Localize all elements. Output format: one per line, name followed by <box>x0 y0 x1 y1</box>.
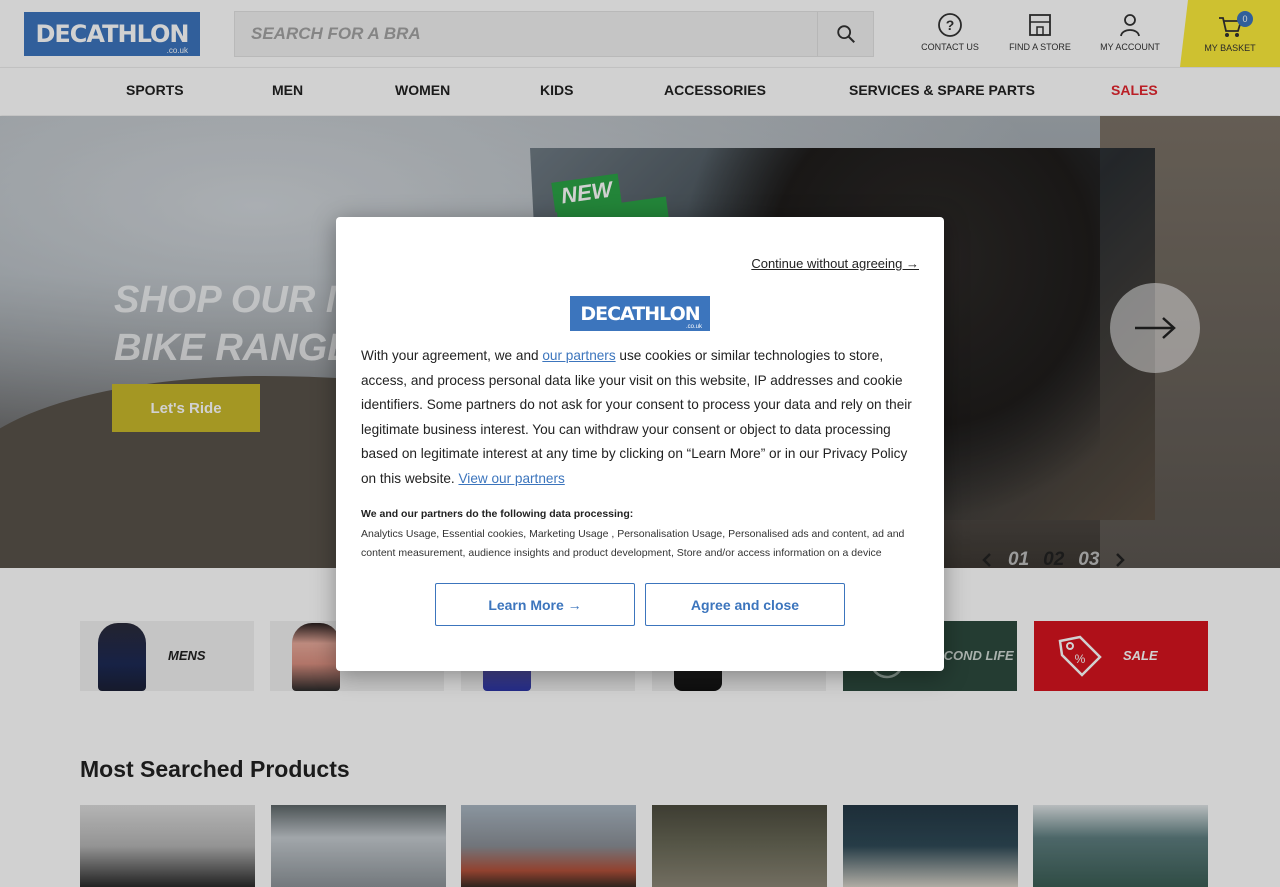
learn-more-button[interactable]: Learn More → <box>435 583 635 626</box>
decathlon-logo: DECATHLON .co.uk <box>570 296 710 331</box>
nav-item-men[interactable]: MEN <box>272 82 303 98</box>
search-icon <box>836 25 855 43</box>
nav-item-accessories[interactable]: ACCESSORIES <box>664 82 766 98</box>
nav-item-services[interactable]: SERVICES & SPARE PARTS <box>849 82 1035 98</box>
chevron-right-icon[interactable] <box>1113 552 1127 568</box>
agree-and-close-button[interactable]: Agree and close <box>645 583 845 626</box>
my-account-label: MY ACCOUNT <box>1100 42 1160 52</box>
site-header: DECATHLON .co.uk ? CONTACT US FIND A STO… <box>0 0 1280 67</box>
tile-image <box>98 623 146 691</box>
processing-title: We and our partners do the following dat… <box>361 508 634 520</box>
basket-button[interactable]: 0 MY BASKET <box>1180 0 1280 67</box>
nav-item-sales[interactable]: SALES <box>1111 82 1158 98</box>
logo-text: DECATHLON <box>580 302 700 325</box>
consent-text: With your agreement, we and our partners… <box>361 344 921 491</box>
store-icon <box>1029 14 1051 36</box>
hero-cta-button[interactable]: Let's Ride <box>112 384 260 432</box>
svg-text:?: ? <box>946 17 955 33</box>
find-store-button[interactable]: FIND A STORE <box>995 12 1085 56</box>
contact-us-button[interactable]: ? CONTACT US <box>905 12 995 56</box>
product-card[interactable] <box>271 805 446 887</box>
tile-image <box>292 623 340 691</box>
product-card[interactable] <box>80 805 255 887</box>
chevron-left-icon[interactable] <box>980 552 994 568</box>
nav-item-women[interactable]: WOMEN <box>395 82 450 98</box>
product-card[interactable] <box>1033 805 1208 887</box>
decathlon-logo[interactable]: DECATHLON .co.uk <box>24 12 200 56</box>
main-nav: SPORTS MEN WOMEN KIDS ACCESSORIES SERVIC… <box>0 67 1280 115</box>
cookie-consent-dialog: Continue without agreeing → DECATHLON .c… <box>336 217 944 671</box>
consent-text-intro: With your agreement, we and <box>361 348 543 363</box>
consent-text-main: use cookies or similar technologies to s… <box>361 348 912 486</box>
tile-label: MENS <box>168 648 206 663</box>
find-store-label: FIND A STORE <box>1009 42 1071 52</box>
slide-number[interactable]: 01 <box>1008 549 1029 571</box>
search-button[interactable] <box>817 12 873 56</box>
product-card[interactable] <box>652 805 827 887</box>
nav-item-kids[interactable]: KIDS <box>540 82 573 98</box>
product-card[interactable] <box>461 805 636 887</box>
category-tile-sale[interactable]: % SALE <box>1034 621 1208 691</box>
help-icon: ? <box>938 13 962 37</box>
slide-number-active[interactable]: 02 <box>1043 549 1064 571</box>
slide-number[interactable]: 03 <box>1078 549 1099 571</box>
svg-text:%: % <box>1075 652 1086 666</box>
tile-label: SALE <box>1123 648 1158 663</box>
price-tag-icon: % <box>1058 635 1102 677</box>
category-tile-mens[interactable]: MENS <box>80 621 254 691</box>
processing-purposes: Analytics Usage, Essential cookies, Mark… <box>361 528 905 559</box>
product-card[interactable] <box>843 805 1018 887</box>
hero-next-button[interactable] <box>1110 283 1200 373</box>
basket-label: MY BASKET <box>1204 42 1256 53</box>
my-account-button[interactable]: MY ACCOUNT <box>1085 12 1175 56</box>
nav-item-sports[interactable]: SPORTS <box>126 82 184 98</box>
search-input[interactable] <box>235 12 815 56</box>
arrow-right-icon <box>1135 317 1176 339</box>
continue-without-agreeing-link[interactable]: Continue without agreeing → <box>751 256 919 271</box>
basket-count-badge: 0 <box>1237 11 1253 27</box>
view-partners-link[interactable]: View our partners <box>458 471 564 486</box>
our-partners-link[interactable]: our partners <box>542 348 615 363</box>
contact-us-label: CONTACT US <box>921 42 979 52</box>
tile-label: ECOND LIFE <box>935 648 1014 663</box>
section-title: Most Searched Products <box>80 756 350 782</box>
logo-domain: .co.uk <box>685 324 702 330</box>
slider-pagination: 01 02 03 <box>980 548 1130 572</box>
logo-domain: .co.uk <box>166 46 188 55</box>
logo-text: DECATHLON <box>35 20 189 48</box>
user-icon <box>1120 14 1140 37</box>
search-bar <box>234 11 874 57</box>
